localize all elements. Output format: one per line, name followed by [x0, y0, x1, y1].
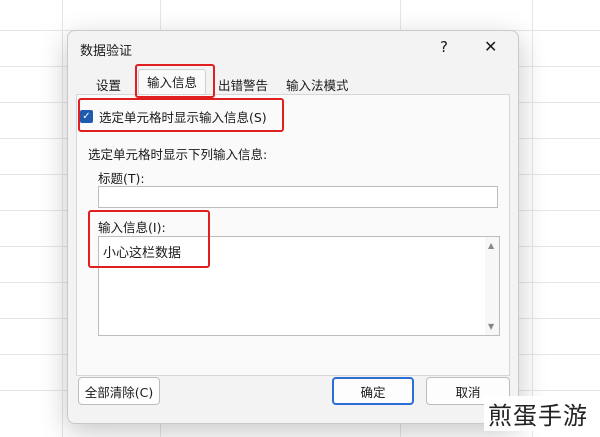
ok-button[interactable]: 确定	[332, 377, 414, 405]
tab-ime-mode[interactable]: 输入法模式	[286, 75, 349, 94]
close-icon[interactable]: ✕	[484, 37, 497, 56]
title-input[interactable]	[98, 186, 498, 208]
tab-settings[interactable]: 设置	[96, 75, 121, 94]
dialog-titlebar: 数据验证 ? ✕	[68, 31, 518, 65]
input-message-textarea[interactable]: 小心这栏数据 ▲ ▼	[98, 236, 500, 336]
scroll-up-icon[interactable]: ▲	[488, 241, 494, 250]
textarea-scrollbar[interactable]: ▲ ▼	[485, 237, 499, 335]
help-button[interactable]: ?	[440, 38, 448, 56]
clear-all-button[interactable]: 全部清除(C)	[78, 377, 160, 405]
tab-input-message[interactable]: 输入信息	[138, 69, 207, 95]
checkbox-checked-icon[interactable]: ✓	[80, 109, 93, 123]
tab-bar: 设置 输入信息 出错警告 输入法模式	[68, 69, 518, 95]
show-input-message-label[interactable]: 选定单元格时显示输入信息(S)	[99, 107, 267, 126]
dialog-title: 数据验证	[80, 44, 133, 59]
title-field-label: 标题(T):	[98, 171, 145, 186]
show-input-message-checkbox-row[interactable]: ✓ 选定单元格时显示输入信息(S)	[80, 107, 267, 125]
data-validation-dialog: 数据验证 ? ✕ 设置 输入信息 出错警告 输入法模式 ✓ 选定单元格时显示输入…	[67, 30, 519, 424]
section-label: 选定单元格时显示下列输入信息:	[88, 147, 268, 162]
input-message-label: 输入信息(I):	[98, 220, 166, 235]
tab-error-alert[interactable]: 出错警告	[218, 75, 268, 94]
watermark: 煎蛋手游	[484, 396, 592, 431]
input-message-text[interactable]: 小心这栏数据	[103, 242, 181, 261]
scroll-down-icon[interactable]: ▼	[488, 322, 494, 331]
